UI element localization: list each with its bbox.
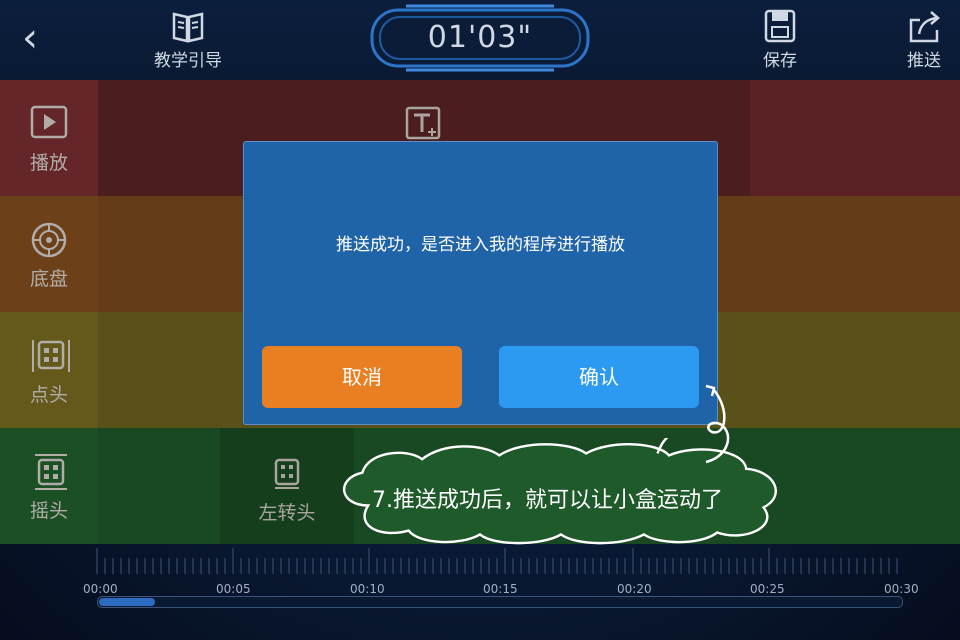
dialog-message: 推送成功，是否进入我的程序进行播放 <box>336 235 625 255</box>
tutorial-button[interactable]: 教学引导 <box>150 8 226 71</box>
cancel-button[interactable]: 取消 <box>262 346 462 408</box>
share-export-icon <box>909 11 940 43</box>
confirm-button[interactable]: 确认 <box>499 346 699 408</box>
timer-value: 01'03" <box>427 20 533 55</box>
push-success-dialog: 推送成功，是否进入我的程序进行播放 取消 确认 <box>243 141 718 425</box>
push-button[interactable]: 推送 <box>896 8 952 71</box>
tick-label: 00:05 <box>216 582 251 596</box>
back-icon[interactable]: ‹ <box>22 18 38 58</box>
book-icon <box>172 12 204 43</box>
tick-label: 00:15 <box>483 582 518 596</box>
save-label: 保存 <box>763 51 797 71</box>
top-bar: ‹ 教学引导 01'03" 保存 推送 <box>0 0 960 80</box>
callout-text: 7.推送成功后，就可以让小盒运动了 <box>372 488 723 513</box>
tick-label: 00:30 <box>884 582 919 596</box>
timer-display: 01'03" <box>366 4 594 72</box>
save-button[interactable]: 保存 <box>752 8 808 71</box>
timeline-scrubber[interactable] <box>97 596 903 608</box>
scrubber-progress <box>99 598 155 606</box>
push-label: 推送 <box>907 51 941 71</box>
tick-label: 00:20 <box>617 582 652 596</box>
tick-label: 00:10 <box>350 582 385 596</box>
timeline-ruler <box>96 548 898 574</box>
tutorial-label: 教学引导 <box>154 51 222 71</box>
tick-label: 00:25 <box>750 582 785 596</box>
tick-label: 00:00 <box>83 582 118 596</box>
timeline[interactable]: 00:00 00:05 00:10 00:15 00:20 00:25 00:3… <box>0 544 960 640</box>
floppy-disk-icon <box>764 9 796 43</box>
callout-pointer-arrow <box>705 384 730 464</box>
